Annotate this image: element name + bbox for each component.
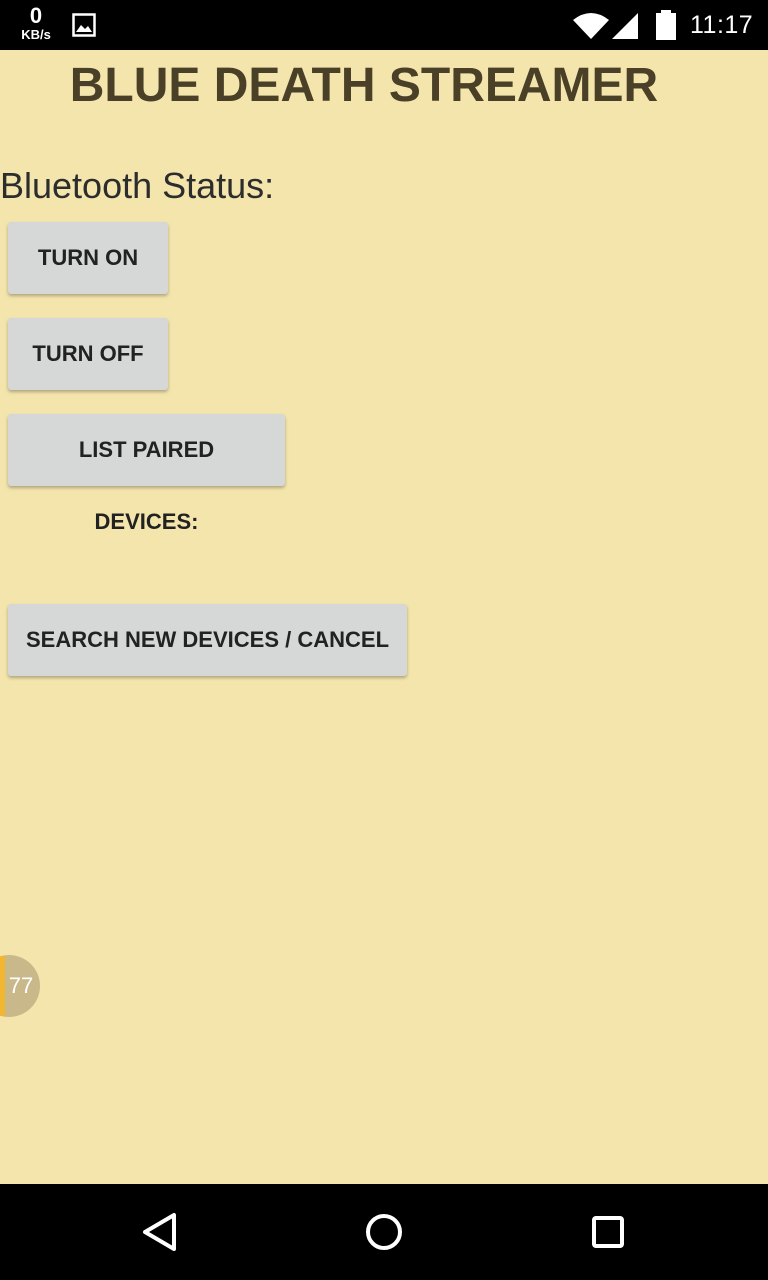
- floating-bubble[interactable]: 77: [0, 955, 40, 1017]
- list-paired-devices-button[interactable]: LIST PAIRED DEVICES:: [8, 414, 285, 534]
- network-speed-value: 0: [29, 3, 43, 28]
- search-new-devices-button[interactable]: SEARCH NEW DEVICES / CANCEL: [8, 604, 407, 676]
- turn-off-button[interactable]: TURN OFF: [8, 318, 168, 390]
- bubble-accent-bar: [0, 955, 5, 1017]
- battery-icon: [654, 10, 678, 40]
- bubble-count: 77: [8, 973, 34, 998]
- status-clock: 11:17: [690, 11, 754, 39]
- network-speed-indicator: 0 KB/s: [14, 3, 58, 42]
- network-speed-unit: KB/s: [21, 27, 51, 42]
- home-icon[interactable]: [360, 1208, 408, 1256]
- app-title: BLUE DEATH STREAMER: [69, 59, 659, 112]
- navigation-bar: [0, 1184, 768, 1280]
- status-bar: 0 KB/s 11:17: [0, 0, 768, 50]
- wifi-icon: [572, 12, 610, 40]
- image-icon: [72, 13, 96, 37]
- signal-icon: [610, 12, 640, 40]
- recents-icon[interactable]: [584, 1208, 632, 1256]
- bluetooth-status-label: Bluetooth Status:: [0, 165, 275, 206]
- turn-on-button[interactable]: TURN ON: [8, 222, 168, 294]
- back-icon[interactable]: [136, 1208, 184, 1256]
